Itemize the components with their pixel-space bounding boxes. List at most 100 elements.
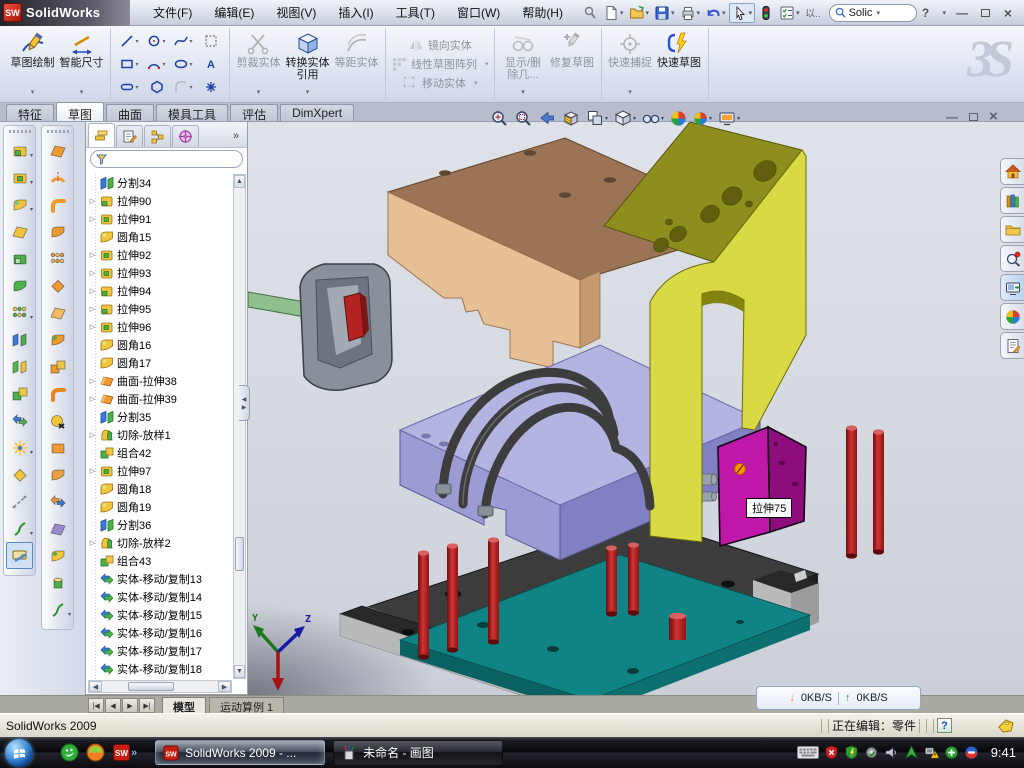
untrim-surface-button[interactable] [44,488,71,515]
help-button[interactable]: ? [918,6,932,20]
menu-file[interactable]: 文件(F) [142,0,203,25]
3d-model-canvas[interactable]: Y Z X [248,122,1024,695]
open-file-icon[interactable]: ▾ [627,3,652,23]
tree-item[interactable]: 组合42 [88,444,232,462]
menu-tools[interactable]: 工具(T) [385,0,446,25]
ribbon-button-quick-sketch[interactable]: 快速草图 [656,29,703,100]
messenger-icon[interactable] [60,743,79,762]
security-ball-icon[interactable] [86,743,105,762]
tree-item[interactable]: 分割35 [88,408,232,426]
tab-model[interactable]: 模型 [162,697,206,713]
tab-特征[interactable]: 特征 [6,104,54,121]
expand-icon[interactable]: ▷ [88,269,97,277]
scroll-thumb[interactable] [235,537,244,571]
tray-network-warning-icon[interactable] [924,745,939,760]
traffic-light-icon[interactable] [756,3,776,23]
tree-item[interactable]: 实体-移动/复制13 [88,570,232,588]
ruled-surface-button[interactable] [44,542,71,569]
tray-volume-icon[interactable] [884,745,899,760]
tray-shield-plus-icon[interactable] [944,745,959,760]
ribbon-button-offset[interactable]: 等距实体 [333,29,380,100]
close-button[interactable]: × [1001,5,1015,21]
scroll-right-icon[interactable]: ▶ [218,681,231,692]
palette-ellipse[interactable]: ▾ [170,53,197,76]
ribbon-button-quick-snap[interactable]: 快速捕捉▾ [607,29,654,100]
tree-item[interactable]: ▷拉伸93 [88,264,232,282]
dropdown-icon[interactable]: ▾ [709,115,712,122]
tree-item[interactable]: ▷拉伸96 [88,318,232,336]
ribbon-button-repair-sketch[interactable]: 修复草图 [549,29,596,100]
menu-insert[interactable]: 插入(I) [327,0,384,25]
tree-filter-input[interactable] [90,150,243,168]
expand-icon[interactable]: ▷ [88,251,97,259]
restore-button[interactable] [978,6,992,20]
tray-gear-check-icon[interactable] [864,745,879,760]
save-icon[interactable]: ▾ [652,3,677,23]
planar-surface-button[interactable] [44,299,71,326]
dropdown-icon[interactable]: ▾ [162,61,165,68]
palette-text[interactable]: A [197,53,224,76]
custom-properties-tab[interactable] [1000,332,1024,359]
undo-icon[interactable]: ▾ [703,3,728,23]
tree-item[interactable]: 圆角19 [88,498,232,516]
lofted-surface-button[interactable] [44,218,71,245]
extruded-surface-button[interactable] [44,137,71,164]
dropdown-icon[interactable]: ▾ [189,84,192,91]
configurationmanager-tab[interactable] [144,125,171,147]
ribbon-button-mirror[interactable]: 镜向实体 [408,37,472,53]
expand-icon[interactable]: ▷ [88,395,97,403]
section-view-button[interactable] [560,107,582,129]
menu-view[interactable]: 视图(V) [265,0,327,25]
tree-item[interactable]: 实体-移动/复制14 [88,588,232,606]
tree-item[interactable]: ▷切除-放样1 [88,426,232,444]
offset-surface-button[interactable] [44,272,71,299]
zoom-fit-button[interactable] [488,107,510,129]
extruded-boss-button[interactable]: ▾ [6,137,33,164]
palette-arc[interactable]: ▾ [143,53,170,76]
ribbon-button-move-entities[interactable]: 移动实体▾ [402,75,478,91]
dropdown-icon[interactable]: ▾ [30,314,33,321]
palette-select-region[interactable] [197,30,224,53]
tab-DimXpert[interactable]: DimXpert [280,104,354,121]
tray-netdisk-icon[interactable] [964,745,979,760]
dropdown-icon[interactable]: ▾ [749,9,753,17]
part-ejector-pins-right[interactable] [846,425,884,558]
file-explorer-tab[interactable] [1000,216,1024,243]
dropdown-icon[interactable]: ▾ [189,61,192,68]
plane-button[interactable] [6,461,33,488]
tree-item[interactable]: ▷曲面-拉伸39 [88,390,232,408]
tree-item[interactable]: 分割34 [88,174,232,192]
search-box[interactable]: Solic ▾ [829,4,917,22]
fillet-button[interactable]: ▾ [6,191,33,218]
expand-icon[interactable]: ▷ [88,431,97,439]
dropdown-icon[interactable]: ▾ [722,9,726,17]
menu-help[interactable]: 帮助(H) [511,0,574,25]
dropdown-icon[interactable]: ▾ [30,179,33,186]
scroll-up-icon[interactable]: ▲ [234,175,245,188]
dropdown-icon[interactable]: ▾ [189,38,192,45]
palette-circle[interactable]: ▾ [143,30,170,53]
palette-point[interactable] [197,76,224,99]
solidworks-launcher-icon[interactable]: SW [112,743,131,762]
tree-item[interactable]: 组合43 [88,552,232,570]
knit-surface-button[interactable] [44,434,71,461]
dimxpertmanager-tab[interactable] [172,125,199,147]
scroll-left-icon[interactable]: ◀ [89,681,102,692]
tree-item[interactable]: 圆角15 [88,228,232,246]
curve-button[interactable]: ▾ [6,515,33,542]
move-copy-button[interactable] [6,407,33,434]
tree-item[interactable]: ▷曲面-拉伸38 [88,372,232,390]
expand-icon[interactable]: ▷ [88,215,97,223]
dropdown-icon[interactable]: ▾ [796,9,800,17]
dropdown-icon[interactable]: ▾ [30,206,33,213]
doc-close-button[interactable]: × [989,108,998,125]
tree-item[interactable]: ▷切除-放样2 [88,534,232,552]
taskbar-button-solidworks[interactable]: SWSolidWorks 2009 - ... [155,740,325,765]
expand-icon[interactable]: ▷ [88,305,97,313]
zoom-area-button[interactable] [512,107,534,129]
tree-item[interactable]: ▷拉伸92 [88,246,232,264]
dropdown-icon[interactable]: ▾ [162,38,165,45]
expand-icon[interactable]: ▷ [88,377,97,385]
resources-tab[interactable] [1000,158,1024,185]
hide-show-items-button[interactable]: ▾ [640,107,666,129]
